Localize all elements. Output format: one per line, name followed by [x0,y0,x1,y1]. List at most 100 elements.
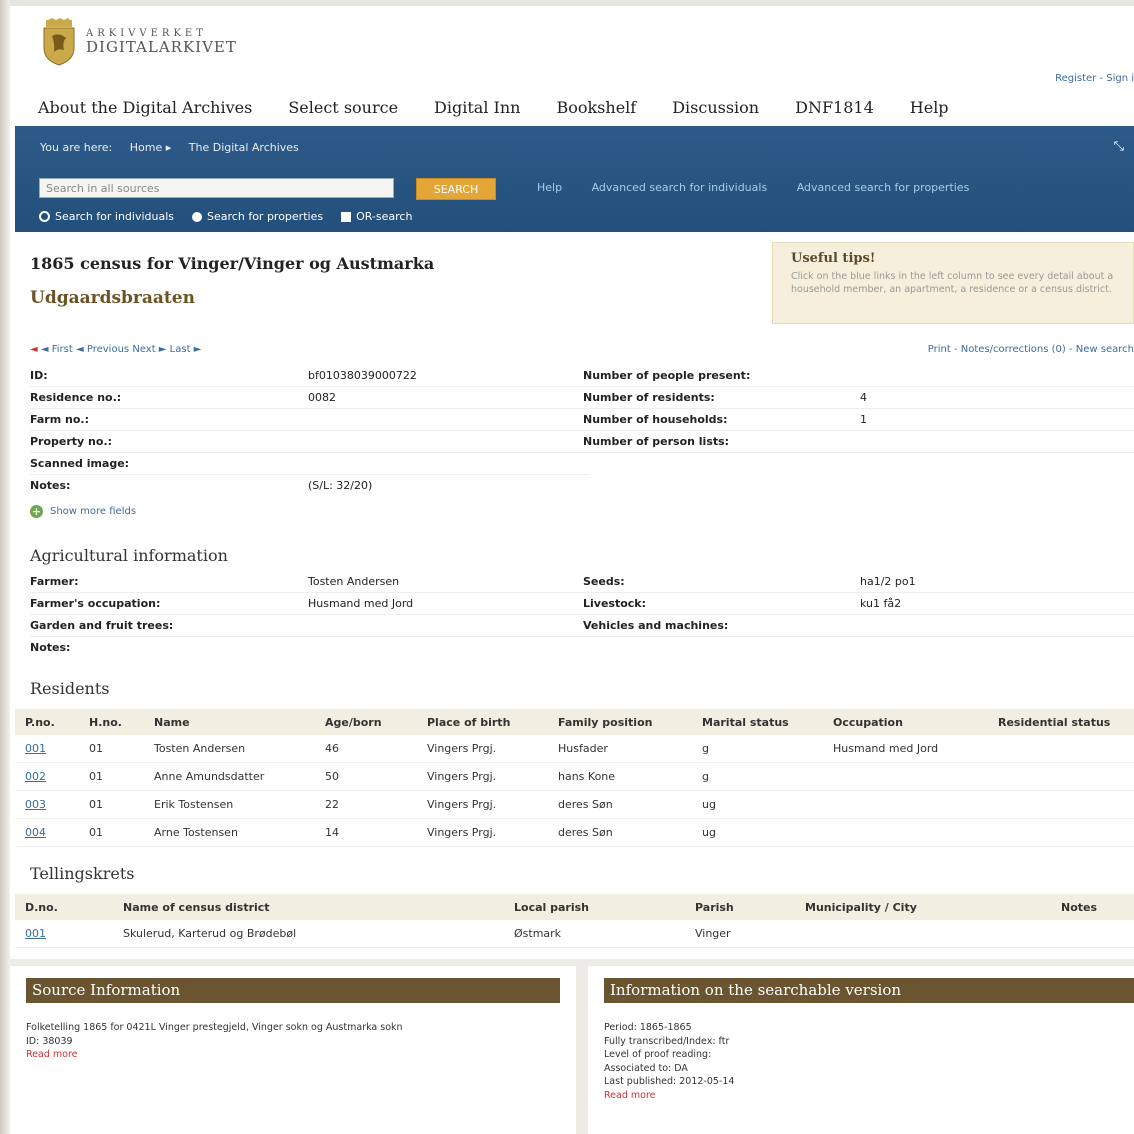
table-cell: Tosten Andersen [154,735,325,763]
table-cell: hans Kone [558,762,702,791]
plus-icon: + [30,505,43,518]
searchable-version-body: Period: 1865-1865 Fully transcribed/Inde… [604,1021,734,1102]
divider [30,592,1134,593]
pager: ◄ ◄ First ◄ Previous Next ► Last ► [30,344,202,355]
show-more-label: Show more fields [50,506,137,517]
col-age: Age/born [325,709,427,735]
col-marital-status: Marital status [702,709,833,735]
table-row: 002 01 Anne Amundsdatter 50 Vingers Prgj… [15,762,1134,791]
pager-previous[interactable]: ◄ Previous [76,344,129,355]
col-residential-status: Residential status [998,709,1134,735]
useful-tips-box: Useful tips! Click on the blue links in … [772,242,1134,324]
nav-bookshelf[interactable]: Bookshelf [556,98,636,117]
district-section-title: Tellingskrets [30,864,135,883]
page-tools-links[interactable]: Print - Notes/corrections (0) - New sear… [928,344,1134,355]
expand-icon[interactable]: ⤡ [1114,139,1124,154]
table-row: 001 Skulerud, Karterud og Brødebøl Østma… [15,920,1134,948]
page-subtitle: Udgaardsbraaten [30,288,195,308]
table-cell [998,735,1134,763]
info-value-residence: 0082 [308,391,336,404]
register-signin-link[interactable]: Register - Sign i [1055,73,1134,84]
advanced-search-individuals-link[interactable]: Advanced search for individuals [592,181,768,194]
checkbox-icon [341,211,352,222]
crest-icon [40,18,78,66]
residents-header-row: P.no. H.no. Name Age/born Place of birth… [15,709,1134,735]
radio-properties[interactable]: Search for properties [192,210,323,223]
person-link[interactable]: 003 [25,798,46,811]
info-label-farm: Farm no.: [30,413,89,426]
agri-label-seeds: Seeds: [583,575,625,588]
advanced-search-properties-link[interactable]: Advanced search for properties [797,181,970,194]
col-hno: H.no. [89,709,154,735]
agri-section-title: Agricultural information [30,546,228,565]
table-row: 004 01 Arne Tostensen 14 Vingers Prgj. d… [15,818,1134,847]
nav-discussion[interactable]: Discussion [672,98,759,117]
show-more-fields[interactable]: + Show more fields [30,505,136,518]
table-cell: Husfader [558,735,702,763]
radio-selected-icon [39,211,50,222]
search-button[interactable]: SEARCH [416,178,496,200]
agri-label-vehicles: Vehicles and machines: [583,619,729,632]
table-cell: 01 [89,735,154,763]
table-cell: Vinger [695,920,805,948]
table-cell [998,762,1134,791]
agri-value-occupation: Husmand med Jord [308,597,414,610]
nav-about[interactable]: About the Digital Archives [38,98,252,117]
table-cell: Vingers Prgj. [427,790,558,819]
pager-next[interactable]: Next ► [132,344,166,355]
nav-dnf1814[interactable]: DNF1814 [795,98,874,117]
searchable-version-title: Information on the searchable version [604,978,1134,1003]
table-cell: 46 [325,735,427,763]
info-value-id: bf01038039000722 [308,369,417,382]
breadcrumb-home[interactable]: Home ▸ [130,141,172,154]
pager-last[interactable]: Last ► [170,344,202,355]
col-dno: D.no. [15,894,123,920]
divider [30,430,1134,431]
table-cell: Anne Amundsdatter [154,762,325,791]
radio-properties-label: Search for properties [207,210,324,223]
nav-digital-inn[interactable]: Digital Inn [434,98,520,117]
table-cell [833,818,998,847]
table-cell: Husmand med Jord [833,735,998,763]
info-label-property: Property no.: [30,435,113,448]
table-cell: Erik Tostensen [154,790,325,819]
table-cell: deres Søn [558,790,702,819]
divider [30,614,1134,615]
info-label-people-present: Number of people present: [583,369,751,382]
table-cell: Vingers Prgj. [427,762,558,791]
search-input[interactable]: Search in all sources [39,178,394,198]
searchable-line: Last published: 2012-05-14 [604,1076,735,1087]
breadcrumb-current[interactable]: The Digital Archives [189,141,299,154]
site-logo[interactable]: ARKIVVERKET DIGITALARKIVET [40,18,237,66]
nav-help[interactable]: Help [910,98,949,117]
nav-select-source[interactable]: Select source [288,98,398,117]
searchable-line: Period: 1865-1865 [604,1022,692,1033]
table-cell: Vingers Prgj. [427,818,558,847]
pager-first[interactable]: ◄ First [41,344,73,355]
source-read-more[interactable]: Read more [26,1048,403,1062]
search-links: Help Advanced search for individuals Adv… [537,181,995,194]
radio-individuals[interactable]: Search for individuals [39,210,174,223]
source-info-body: Folketelling 1865 for 0421L Vinger prest… [26,1021,403,1062]
tips-title: Useful tips! [791,251,876,266]
divider [30,452,1134,453]
searchable-line: Level of proof reading: [604,1049,712,1060]
district-link[interactable]: 001 [25,927,46,940]
table-cell: g [702,735,833,763]
divider [30,474,590,475]
table-row: 001 01 Tosten Andersen 46 Vingers Prgj. … [15,735,1134,763]
checkbox-or-search[interactable]: OR-search [341,210,412,223]
col-notes: Notes [1061,894,1134,920]
table-cell: Vingers Prgj. [427,735,558,763]
person-link[interactable]: 002 [25,770,46,783]
info-value-households: 1 [860,413,867,426]
source-info-title: Source Information [26,978,560,1003]
help-link[interactable]: Help [537,181,562,194]
table-cell: 14 [325,818,427,847]
searchable-read-more[interactable]: Read more [604,1089,734,1103]
or-search-label: OR-search [356,210,413,223]
info-label-residence: Residence no.: [30,391,122,404]
person-link[interactable]: 004 [25,826,46,839]
person-link[interactable]: 001 [25,742,46,755]
district-header-row: D.no. Name of census district Local pari… [15,894,1134,920]
